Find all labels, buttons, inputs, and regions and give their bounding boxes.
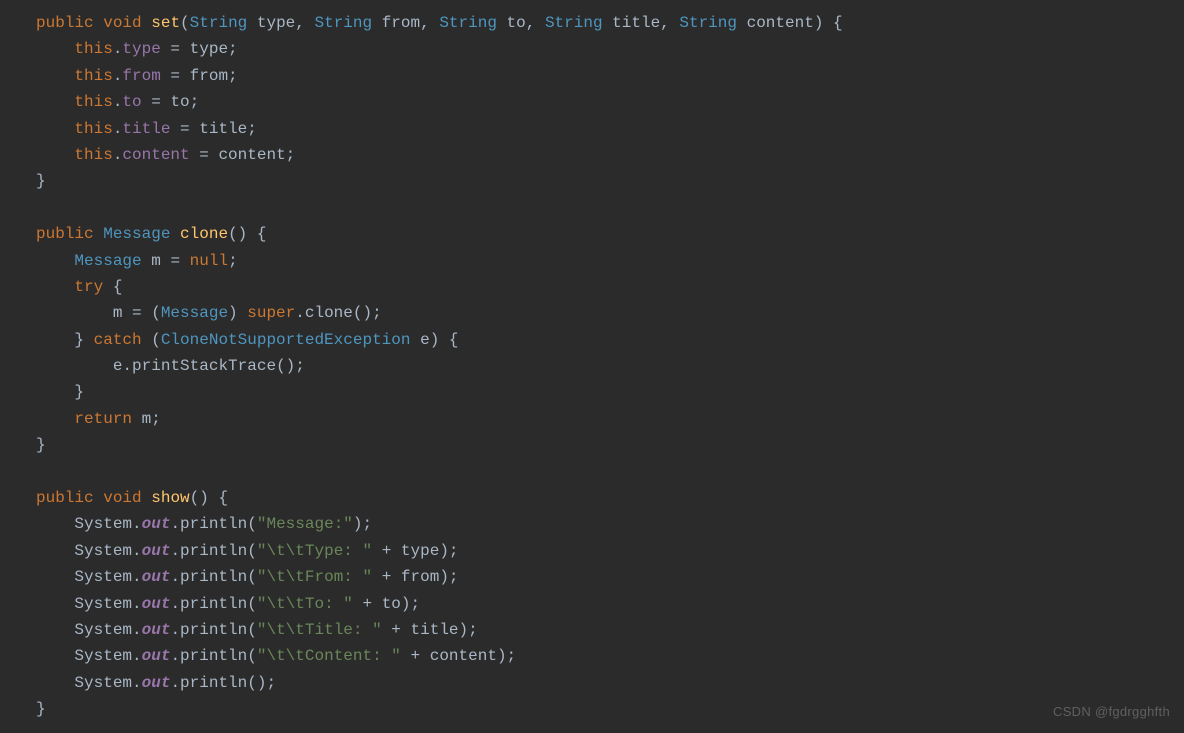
method-printstacktrace: printStackTrace <box>132 357 276 375</box>
type-message: Message <box>103 225 170 243</box>
code-line: } <box>36 383 84 401</box>
code-line: System.out.println("\t\tTitle: " + title… <box>36 621 478 639</box>
code-line: System.out.println("\t\tFrom: " + from); <box>36 568 459 586</box>
type-clonenotsupportedexception: CloneNotSupportedException <box>161 331 411 349</box>
code-line: System.out.println("Message:"); <box>36 515 372 533</box>
keyword-void: void <box>103 14 141 32</box>
code-line: System.out.println("\t\tTo: " + to); <box>36 595 420 613</box>
code-line: this.title = title; <box>36 120 257 138</box>
code-line: public Message clone() { <box>36 225 266 243</box>
keyword-public: public <box>36 14 94 32</box>
code-line: Message m = null; <box>36 252 238 270</box>
ident-system: System <box>74 515 132 533</box>
keyword-this: this <box>74 40 112 58</box>
code-line: e.printStackTrace(); <box>36 357 305 375</box>
code-line: this.content = content; <box>36 146 295 164</box>
method-println: println <box>180 515 247 533</box>
code-line: try { <box>36 278 122 296</box>
code-line: System.out.println("\t\tContent: " + con… <box>36 647 516 665</box>
code-editor[interactable]: public void set(String type, String from… <box>0 0 1184 733</box>
code-line: } catch (CloneNotSupportedException e) { <box>36 331 459 349</box>
code-line: return m; <box>36 410 161 428</box>
code-line: } <box>36 436 46 454</box>
code-line: this.type = type; <box>36 40 238 58</box>
type-string: String <box>190 14 248 32</box>
keyword-catch: catch <box>94 331 142 349</box>
code-line: System.out.println(); <box>36 674 276 692</box>
keyword-super: super <box>247 304 295 322</box>
code-line: } <box>36 172 46 190</box>
code-line: } <box>36 700 46 718</box>
method-set: set <box>151 14 180 32</box>
code-line: this.to = to; <box>36 93 199 111</box>
code-line: public void show() { <box>36 489 228 507</box>
string-literal: "Message:" <box>257 515 353 533</box>
method-show: show <box>151 489 189 507</box>
code-line: public void set(String type, String from… <box>36 14 843 32</box>
method-clone: clone <box>180 225 228 243</box>
keyword-null: null <box>190 252 228 270</box>
code-line: System.out.println("\t\tType: " + type); <box>36 542 459 560</box>
keyword-return: return <box>74 410 132 428</box>
code-line: this.from = from; <box>36 67 238 85</box>
field-out: out <box>142 515 171 533</box>
keyword-try: try <box>74 278 103 296</box>
code-line: m = (Message) super.clone(); <box>36 304 382 322</box>
